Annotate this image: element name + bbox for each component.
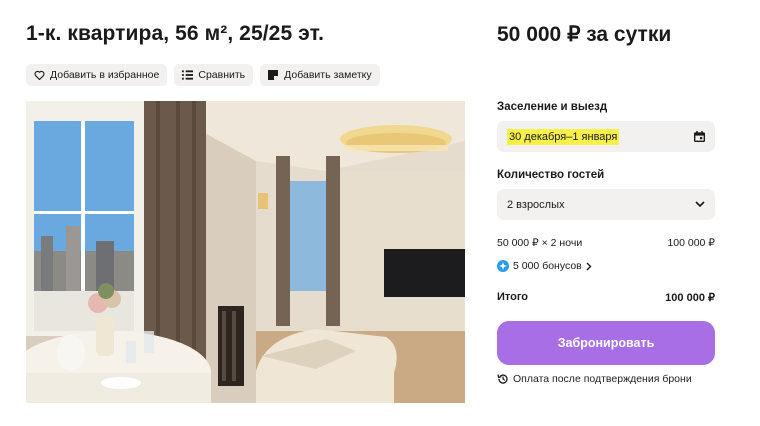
guests-select[interactable]: 2 взрослых: [497, 189, 715, 220]
apartment-photo-illustration: [26, 101, 465, 403]
note-icon: [267, 69, 279, 81]
guests-value: 2 взрослых: [507, 198, 565, 211]
bonus-link[interactable]: 5 000 бонусов: [497, 260, 592, 272]
price-calculation-row: 50 000 ₽ × 2 ночи 100 000 ₽: [497, 237, 715, 249]
chevron-right-icon: [586, 262, 592, 271]
add-to-favorites-label: Добавить в избранное: [50, 69, 160, 81]
heart-icon: [33, 69, 45, 81]
chevron-down-icon: [695, 201, 705, 208]
apartment-photo[interactable]: [26, 101, 465, 403]
add-note-button[interactable]: Добавить заметку: [260, 64, 380, 86]
book-button[interactable]: Забронировать: [497, 321, 715, 365]
add-to-favorites-button[interactable]: Добавить в избранное: [26, 64, 168, 86]
compare-label: Сравнить: [198, 69, 246, 81]
payment-note-text: Оплата после подтверждения брони: [513, 373, 692, 385]
listing-price: 50 000 ₽ за сутки: [497, 23, 672, 46]
total-label: Итого: [497, 291, 529, 303]
compare-button[interactable]: Сравнить: [174, 64, 254, 86]
price-calculation-value: 100 000 ₽: [667, 237, 715, 249]
clock-refresh-icon: [497, 373, 509, 385]
listing-title: 1-к. квартира, 56 м², 25/25 эт.: [26, 22, 325, 45]
total-row: Итого 100 000 ₽: [497, 291, 715, 304]
compare-icon: [181, 69, 193, 81]
guests-label: Количество гостей: [497, 169, 605, 181]
dates-label: Заселение и выезд: [497, 101, 608, 113]
add-note-label: Добавить заметку: [284, 69, 372, 81]
dates-field[interactable]: 30 декабря–1 января: [497, 121, 715, 152]
action-bar: Добавить в избранное Сравнить Добавить з…: [26, 64, 380, 86]
price-calculation-label: 50 000 ₽ × 2 ночи: [497, 237, 583, 249]
bonus-icon: [497, 260, 509, 272]
calendar-icon: [694, 131, 705, 142]
dates-value: 30 декабря–1 января: [507, 128, 620, 145]
total-value: 100 000 ₽: [665, 292, 715, 304]
payment-note: Оплата после подтверждения брони: [497, 373, 692, 385]
bonus-text: 5 000 бонусов: [513, 260, 582, 272]
